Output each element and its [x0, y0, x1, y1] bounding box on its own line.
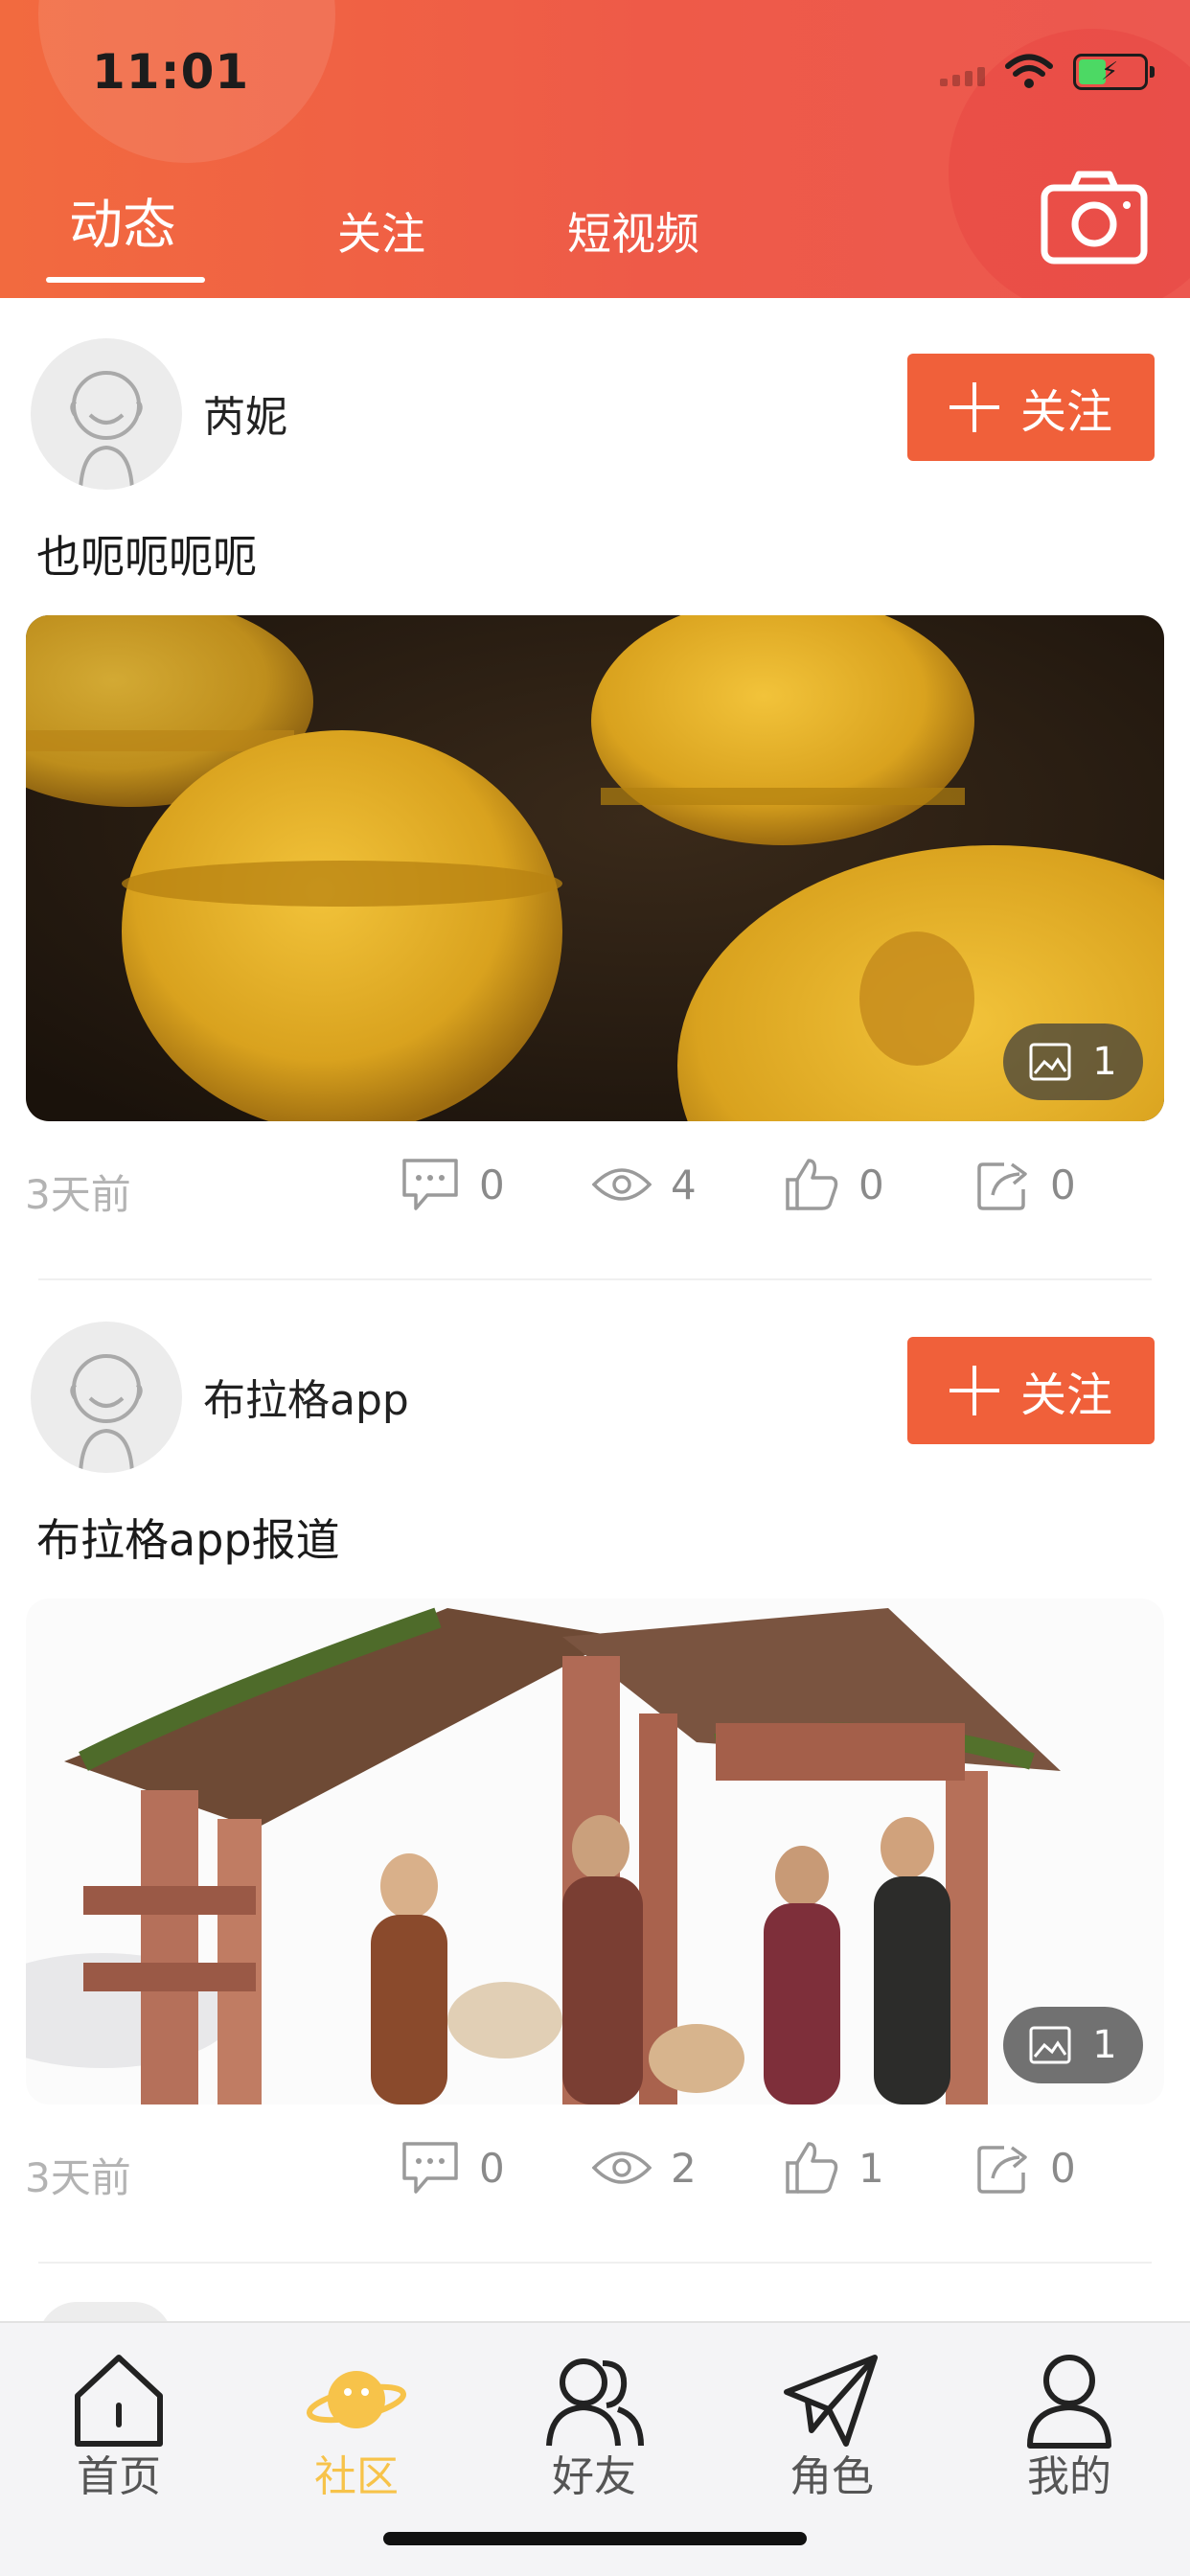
share-count: 0	[1050, 2144, 1076, 2192]
top-header: 11:01 ⚡ 动态 关注 短视频	[0, 0, 1190, 298]
nav-item-community[interactable]: 社区	[280, 2350, 433, 2503]
paper-plane-icon	[784, 2355, 878, 2447]
follow-label: 关注	[1019, 1368, 1112, 1422]
eye-icon	[592, 1168, 652, 1201]
default-avatar-icon	[70, 1354, 143, 1473]
post-meta: 3天前 0 2 1 0	[0, 2134, 1190, 2201]
post-time: 3天前	[25, 2154, 131, 2201]
post-image[interactable]: 1	[26, 615, 1164, 1121]
nav-item-mine[interactable]: 我的	[993, 2350, 1146, 2503]
comment-stat[interactable]: 0	[400, 2134, 505, 2201]
share-count: 0	[1050, 1161, 1076, 1208]
post-time: 3天前	[25, 1171, 131, 1218]
status-icons: ⚡	[940, 48, 1155, 96]
avatar[interactable]	[31, 1322, 182, 1473]
like-count: 0	[858, 1161, 884, 1208]
nav-label: 我的	[1027, 2452, 1111, 2501]
comment-count: 0	[479, 1161, 505, 1208]
tab-active-indicator	[46, 277, 205, 283]
status-time: 11:01	[92, 44, 250, 100]
like-count: 1	[858, 2144, 884, 2192]
tab-following[interactable]: 关注	[337, 199, 425, 263]
friends-icon	[546, 2358, 644, 2447]
macarons-photo	[26, 615, 1164, 1121]
post-meta: 3天前 0 4 0 0	[0, 1151, 1190, 1218]
post-text: 布拉格app报道	[36, 1514, 340, 1566]
comment-count: 0	[479, 2144, 505, 2192]
nav-item-home[interactable]: 首页	[42, 2350, 195, 2503]
nav-label: 首页	[77, 2452, 161, 2501]
nav-label: 好友	[552, 2452, 636, 2501]
profile-icon	[1027, 2355, 1111, 2449]
comment-icon	[402, 2142, 458, 2194]
share-icon	[977, 2146, 1027, 2194]
home-icon	[75, 2355, 163, 2447]
image-count-badge: 1	[1003, 2007, 1143, 2083]
tab-dynamic[interactable]: 动态	[69, 182, 176, 260]
planet-icon	[307, 2371, 406, 2428]
like-stat[interactable]: 0	[784, 1151, 884, 1218]
wifi-icon	[1005, 54, 1053, 88]
post-divider	[38, 1278, 1152, 1280]
username[interactable]: 布拉格app	[203, 1366, 409, 1427]
like-stat[interactable]: 1	[784, 2134, 884, 2201]
view-stat: 4	[592, 1151, 697, 1218]
battery-icon: ⚡	[1073, 54, 1155, 90]
post-feed: 芮妮 关注 也呃呃呃呃 1 3天前 0 4 0 0 布拉格app 关注 布拉格a…	[0, 298, 1190, 2265]
image-count: 1	[1092, 1040, 1117, 1084]
follow-button[interactable]: 关注	[907, 1337, 1155, 1444]
username[interactable]: 芮妮	[203, 382, 287, 444]
camera-icon[interactable]	[1041, 171, 1148, 264]
nav-item-friends[interactable]: 好友	[517, 2350, 671, 2503]
plus-icon	[949, 382, 999, 432]
post-card: 布拉格app 关注 布拉格app报道 1 3天前 0 2 1 0	[0, 1281, 1190, 2265]
nav-item-role[interactable]: 角色	[755, 2350, 908, 2503]
nav-label: 社区	[314, 2452, 399, 2501]
comment-icon	[402, 1159, 458, 1210]
follow-button[interactable]: 关注	[907, 354, 1155, 461]
view-count: 2	[671, 2144, 697, 2192]
nativity-scene-photo	[26, 1598, 1164, 2104]
view-count: 4	[671, 1161, 697, 1208]
home-indicator	[383, 2532, 807, 2545]
default-avatar-icon	[70, 371, 143, 490]
share-icon	[977, 1162, 1027, 1210]
image-count: 1	[1092, 2023, 1117, 2067]
share-stat[interactable]: 0	[975, 1151, 1076, 1218]
cellular-signal-icon	[940, 58, 985, 86]
image-icon	[1029, 1043, 1071, 1081]
eye-icon	[592, 2151, 652, 2184]
follow-label: 关注	[1019, 385, 1112, 439]
nav-label: 角色	[790, 2452, 874, 2501]
plus-icon	[949, 1366, 999, 1415]
thumbs-up-icon	[786, 2142, 838, 2194]
share-stat[interactable]: 0	[975, 2134, 1076, 2201]
comment-stat[interactable]: 0	[400, 1151, 505, 1218]
post-divider	[38, 2262, 1152, 2264]
avatar[interactable]	[31, 338, 182, 490]
post-image[interactable]: 1	[26, 1598, 1164, 2104]
image-count-badge: 1	[1003, 1024, 1143, 1100]
tab-short-video[interactable]: 短视频	[567, 199, 699, 263]
image-icon	[1029, 2026, 1071, 2064]
post-text: 也呃呃呃呃	[36, 531, 257, 583]
view-stat: 2	[592, 2134, 697, 2201]
thumbs-up-icon	[786, 1159, 838, 1210]
post-card: 芮妮 关注 也呃呃呃呃 1 3天前 0 4 0 0	[0, 298, 1190, 1281]
